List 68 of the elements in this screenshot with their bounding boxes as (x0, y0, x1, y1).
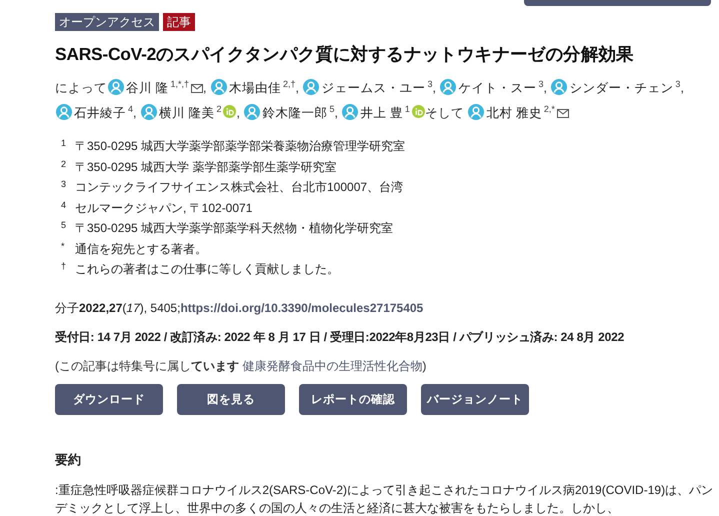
affiliation-mark: 4 (128, 104, 134, 114)
affiliation-mark: * (61, 240, 66, 253)
affiliation-mark: 2,* (544, 104, 555, 114)
person-icon (244, 104, 260, 120)
separator: , (543, 81, 547, 96)
special-issue-link[interactable]: 健康発酵食品中の生理活性化合物 (242, 358, 422, 373)
separator: , (334, 106, 338, 120)
affiliation-text: 通信を宛先とする著者。 (75, 240, 207, 258)
affiliation-mark: 2 (216, 104, 222, 114)
affiliation-mark: 3 (427, 79, 432, 89)
article-title: SARS-CoV-2のスパイクタンパク質に対するナットウキナーゼの分解効果 (55, 43, 635, 66)
affiliation-mark: 5 (61, 219, 67, 232)
publication-dates: 受付日: 14 7月 2022 / 改訂済み: 2022 年 8 月 17 日 / 受理日:2022年8月23日 / パブリッシュ済み: 24 8月 2022 (55, 328, 626, 346)
person-icon (551, 79, 568, 96)
citation: 分子2022,27(17), 5405;https://doi.org/10.3390/molecules27175405 (55, 300, 424, 317)
author-name[interactable]: 谷川 隆 (126, 81, 168, 96)
author-name[interactable]: 木場由佳 (228, 81, 281, 96)
special-issue-note: (この記事は特集号に属しています 健康発酵食品中の生理活性化合物) (55, 358, 428, 375)
affiliation-mark: 3 (61, 178, 67, 192)
author-name[interactable]: 石井綾子 (74, 106, 126, 120)
separator: , (133, 106, 136, 120)
author-name[interactable]: 鈴木隆一郎 (262, 106, 328, 120)
affiliation-text: これらの著者はこの仕事に等しく貢献しました。 (75, 261, 339, 278)
access-badge: オープンアクセス (55, 13, 159, 31)
person-icon (342, 104, 358, 120)
abstract-text: :重症急性呼吸器症候群コロナウイルス2(SARS-CoV-2)によって引き起こされたコロナウイルス病2019(COVID-19)は、パンデミックとして浮上し、世界中の多くの国の人々の生活と経済に甚大な被害をもたらしました。しかし、 (55, 482, 714, 516)
affiliation-mark: 3 (675, 79, 680, 89)
author-name[interactable]: 北村 雅史 (486, 106, 542, 120)
action-button[interactable]: 図を見る (177, 384, 285, 415)
author-name[interactable]: 横川 隆美 (158, 106, 214, 120)
affiliation-mark: 2,† (282, 79, 296, 89)
affiliation-mark: 1,*,† (170, 79, 189, 89)
affiliation-mark: 4 (61, 198, 67, 212)
author-name[interactable]: ジェームス・ユー (321, 81, 426, 96)
separator: , (432, 81, 436, 96)
affiliation-mark: 1 (61, 137, 67, 150)
separator: そして (424, 106, 464, 120)
affiliation-mark: 2 (61, 158, 67, 171)
abstract-heading: 要約 (55, 450, 82, 469)
affiliation-text: セルマークジャパン, 〒102-0071 (75, 200, 252, 217)
affiliation-mark: 5 (329, 104, 334, 114)
action-button[interactable]: ダウンロード (55, 384, 163, 415)
affiliation-text: 〒350-0295 城西大学 薬学部薬学部生薬学研究室 (75, 158, 336, 176)
separator: , (236, 106, 240, 120)
affiliation-text: 〒350-0295 城西大学薬学部薬学部栄養薬物治療管理学研究室 (75, 138, 406, 156)
person-icon (108, 79, 124, 96)
affiliation-mark: † (61, 260, 67, 274)
affiliation-text: コンテックライフサイエンス株式会社、台北市100007、台湾 (75, 179, 404, 196)
person-icon (140, 104, 157, 120)
person-icon (468, 104, 484, 120)
separator: , (680, 81, 684, 96)
author-name[interactable]: ケイト・スー (458, 81, 536, 96)
action-button[interactable]: バージョンノート (421, 384, 529, 415)
author-name[interactable]: 井上 豊 (360, 106, 403, 120)
author-name[interactable]: シンダー・チェン (569, 81, 674, 96)
person-icon (440, 79, 456, 96)
separator: , (203, 81, 206, 96)
affiliation-mark: 1 (404, 104, 410, 114)
person-icon (210, 79, 227, 96)
doi-link[interactable]: https://doi.org/10.3390/molecules27175405 (180, 300, 424, 315)
action-button[interactable]: レポートの確認 (299, 384, 407, 415)
person-icon (56, 104, 72, 120)
affiliation-text: 〒350-0295 城西大学薬学部薬学科天然物・植物化学研究室 (75, 220, 394, 238)
type-badge: 記事 (163, 13, 195, 31)
affiliation-mark: 3 (538, 79, 544, 89)
authors-intro: によって (55, 81, 107, 96)
separator: , (295, 81, 299, 96)
person-icon (303, 79, 320, 96)
